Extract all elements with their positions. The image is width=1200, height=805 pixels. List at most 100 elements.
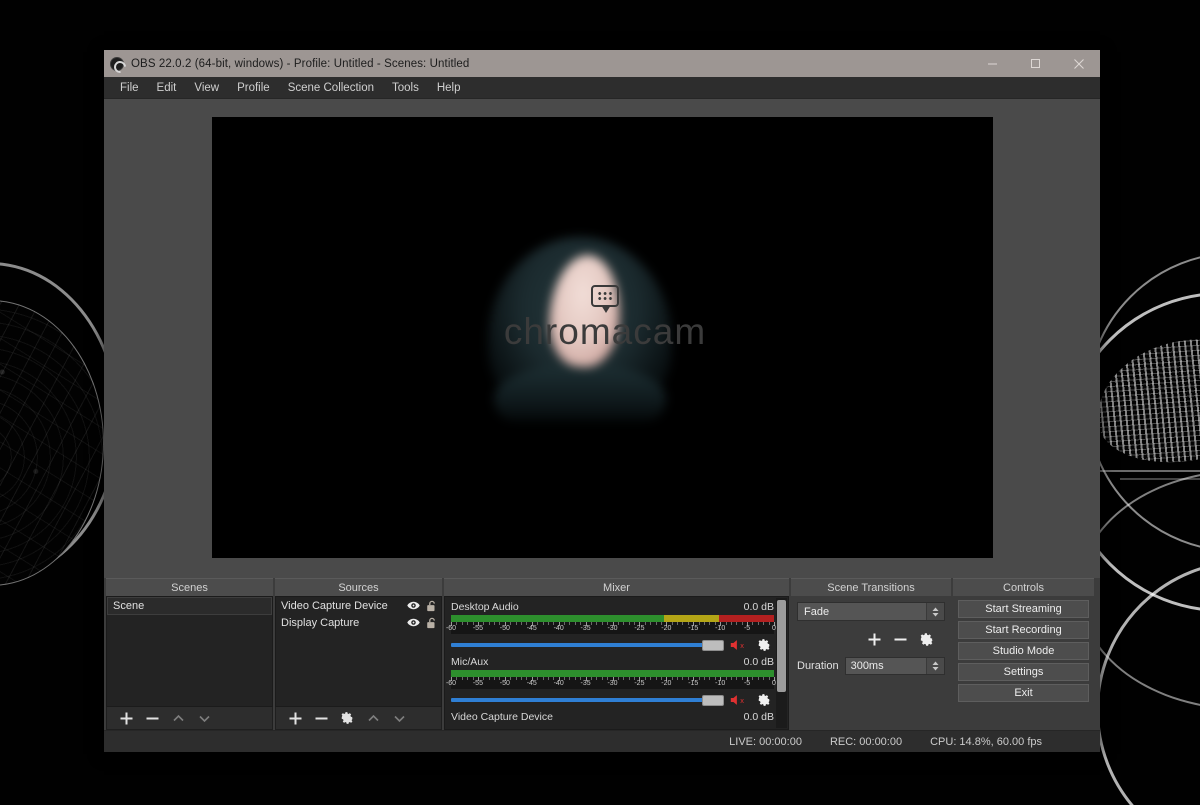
db-tick-label: -25: [634, 625, 645, 632]
db-tick-minor: [574, 622, 576, 625]
db-tick-minor: [537, 622, 539, 625]
add-source-button[interactable]: [284, 709, 306, 728]
window-controls: [971, 50, 1100, 77]
menu-item-view[interactable]: View: [185, 77, 228, 99]
controls-panel: Start Streaming Start Recording Studio Mod…: [953, 596, 1094, 730]
preview-canvas[interactable]: chromacam: [211, 117, 993, 558]
transition-select[interactable]: Fade: [797, 602, 945, 621]
meter-segment: [451, 670, 665, 677]
source-item-label: Display Capture: [281, 616, 360, 629]
db-tick-label: -20: [661, 625, 672, 632]
mixer-scrollbar-thumb[interactable]: [777, 600, 786, 692]
move-scene-up-button: [167, 709, 189, 728]
move-scene-down-button: [193, 709, 215, 728]
meter-segment: [664, 615, 720, 622]
db-tick-label: -20: [661, 680, 672, 687]
db-tick-minor: [510, 677, 512, 680]
db-tick-minor: [757, 622, 759, 625]
add-transition-button[interactable]: [865, 630, 883, 648]
db-tick-label: 0: [772, 625, 776, 632]
db-tick-minor: [494, 677, 496, 680]
sources-list[interactable]: Video Capture Device Display Capture: [275, 596, 442, 707]
settings-button[interactable]: Settings: [958, 663, 1089, 681]
mixer-db-scale: -60 -55 -50 -45 -40 -35 -30 -25 -20 -15 -10 -5 0: [446, 677, 776, 689]
eye-icon[interactable]: [407, 600, 420, 611]
start-streaming-button[interactable]: Start Streaming: [958, 600, 1089, 618]
remove-source-button[interactable]: [310, 709, 332, 728]
minimize-button[interactable]: [971, 50, 1014, 77]
close-button[interactable]: [1057, 50, 1100, 77]
db-tick-label: -15: [688, 680, 699, 687]
controls-dock-title: Controls: [953, 578, 1094, 596]
volume-slider-handle[interactable]: [702, 639, 724, 651]
volume-slider[interactable]: [451, 693, 724, 707]
db-tick-minor: [564, 622, 566, 625]
person-shoulder: [493, 365, 666, 421]
add-scene-button[interactable]: [115, 709, 137, 728]
mixer-channel-name: Mic/Aux: [451, 656, 489, 668]
db-tick-minor: [461, 622, 463, 625]
db-tick-label: -35: [580, 625, 591, 632]
db-tick-minor: [515, 622, 517, 625]
mixer-channel-gear-icon[interactable]: [754, 693, 774, 707]
db-tick-label: -60: [445, 625, 457, 632]
dock-row: Scenes Scene Sources Video Capture Devic…: [104, 578, 1100, 730]
mixer-channel-db: 0.0 dB: [743, 711, 774, 723]
db-tick-label: -50: [499, 680, 510, 687]
exit-button[interactable]: Exit: [958, 684, 1089, 702]
db-tick-minor: [655, 622, 657, 625]
db-tick-minor: [483, 622, 485, 625]
db-tick-label: -45: [526, 680, 537, 687]
duration-stepper-icon[interactable]: [926, 658, 944, 674]
chevron-updown-icon[interactable]: [926, 603, 944, 620]
db-tick-minor: [757, 677, 759, 680]
db-tick-minor: [677, 622, 679, 625]
db-tick-minor: [590, 622, 592, 625]
speaker-muted-icon[interactable]: x: [729, 693, 749, 707]
menu-item-profile[interactable]: Profile: [228, 77, 279, 99]
menu-item-tools[interactable]: Tools: [383, 77, 428, 99]
duration-label: Duration: [797, 660, 839, 672]
lock-open-icon[interactable]: [426, 600, 437, 612]
source-list-item[interactable]: Display Capture: [276, 614, 441, 631]
menu-item-file[interactable]: File: [111, 77, 148, 99]
remove-transition-button[interactable]: [891, 630, 909, 648]
mixer-channel-gear-icon[interactable]: [754, 638, 774, 652]
mixer-channel: Mic/Aux 0.0 dB -60 -55 -50 -45 -40 -35 -30 -25 -20…: [445, 655, 788, 710]
db-tick-label: -5: [743, 680, 751, 687]
db-tick-minor: [736, 622, 738, 625]
studio-mode-button[interactable]: Studio Mode: [958, 642, 1089, 660]
db-tick-minor: [590, 677, 592, 680]
lock-open-icon[interactable]: [426, 617, 437, 629]
db-tick-minor: [730, 622, 732, 625]
mixer-channel-db: 0.0 dB: [743, 601, 774, 613]
menu-item-edit[interactable]: Edit: [148, 77, 186, 99]
window-titlebar[interactable]: OBS 22.0.2 (64-bit, windows) - Profile: …: [104, 50, 1100, 77]
db-tick-label: -40: [553, 625, 564, 632]
volume-slider-handle[interactable]: [702, 694, 724, 706]
source-properties-button[interactable]: [336, 709, 358, 728]
source-list-item[interactable]: Video Capture Device: [276, 597, 441, 614]
db-tick-minor: [520, 677, 522, 680]
menu-item-help[interactable]: Help: [428, 77, 470, 99]
db-tick-label: -55: [472, 625, 483, 632]
menu-item-scene-collection[interactable]: Scene Collection: [279, 77, 383, 99]
mixer-scrollbar[interactable]: [776, 598, 787, 728]
remove-scene-button[interactable]: [141, 709, 163, 728]
duration-input[interactable]: 300ms: [844, 657, 945, 675]
db-tick-minor: [725, 677, 727, 680]
obs-logo-icon: [110, 56, 124, 71]
scene-list-item[interactable]: Scene: [107, 597, 272, 615]
start-recording-button[interactable]: Start Recording: [958, 621, 1089, 639]
maximize-button[interactable]: [1014, 50, 1057, 77]
transition-properties-button[interactable]: [917, 630, 935, 648]
eye-icon[interactable]: [407, 617, 420, 628]
db-tick-minor: [763, 677, 765, 680]
db-tick-minor: [709, 677, 711, 680]
meter-segment: [664, 670, 720, 677]
volume-slider[interactable]: [451, 638, 724, 652]
speaker-muted-icon[interactable]: x: [729, 638, 749, 652]
move-source-down-button: [388, 709, 410, 728]
mixer-channel-db: 0.0 dB: [743, 656, 774, 668]
scenes-list[interactable]: Scene: [106, 596, 273, 707]
